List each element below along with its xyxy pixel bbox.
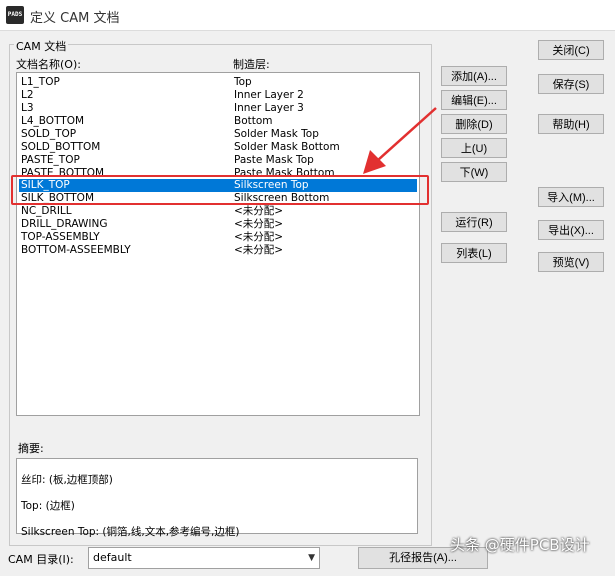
summary-text-box: 丝印: (板,边框顶部) Top: (边框) Silkscreen Top: (… xyxy=(16,458,418,538)
list-report-button[interactable]: 列表(L) xyxy=(441,243,507,263)
help-button[interactable]: 帮助(H) xyxy=(538,114,604,134)
layer-name: <未分配> xyxy=(234,231,284,243)
cam-directory-select[interactable]: default ▼ xyxy=(88,547,320,569)
document-name: SOLD_BOTTOM xyxy=(21,141,101,153)
layer-name: Top xyxy=(234,76,252,88)
import-button[interactable]: 导入(M)... xyxy=(538,187,604,207)
cam-directory-value: default xyxy=(93,551,132,564)
column-header-document-name: 文档名称(O): xyxy=(16,58,81,71)
document-name: PASTE_BOTTOM xyxy=(21,167,105,175)
list-item[interactable]: PASTE_BOTTOM Paste Mask Bottom xyxy=(19,167,417,175)
layer-name: Paste Mask Top xyxy=(234,154,314,166)
document-name: L2 xyxy=(21,89,34,101)
cam-directory-label: CAM 目录(I): xyxy=(8,553,74,566)
layer-name: Inner Layer 3 xyxy=(234,102,304,114)
export-button[interactable]: 导出(X)... xyxy=(538,220,604,240)
window-title: 定义 CAM 文档 xyxy=(30,11,120,26)
layer-name: Paste Mask Bottom xyxy=(234,167,335,175)
run-button[interactable]: 运行(R) xyxy=(441,212,507,232)
list-item[interactable]: SOLD_TOP Solder Mask Top xyxy=(19,128,417,141)
chevron-down-icon[interactable]: ▼ xyxy=(308,548,315,568)
move-down-button[interactable]: 下(W) xyxy=(441,162,507,182)
summary-line: Silkscreen Top: (铜箔,线,文本,参考编号,边框) xyxy=(21,526,240,538)
preview-button[interactable]: 预览(V) xyxy=(538,252,604,272)
save-button[interactable]: 保存(S) xyxy=(538,74,604,94)
summary-label: 摘要: xyxy=(18,442,44,455)
document-name: PASTE_TOP xyxy=(21,154,80,166)
layer-name: <未分配> xyxy=(234,205,284,217)
watermark: 头条 @硬件PCB设计 xyxy=(450,536,590,554)
layer-name: <未分配> xyxy=(234,218,284,230)
column-header-fabrication-layer: 制造层: xyxy=(233,58,270,71)
delete-button[interactable]: 删除(D) xyxy=(441,114,507,134)
layer-name: Inner Layer 2 xyxy=(234,89,304,101)
document-name: BOTTOM-ASSEEMBLY xyxy=(21,244,131,256)
layer-name: Solder Mask Bottom xyxy=(234,141,340,153)
document-name: L1_TOP xyxy=(21,76,60,88)
list-item[interactable]: L3 Inner Layer 3 xyxy=(19,102,417,115)
document-name: SOLD_TOP xyxy=(21,128,77,140)
list-item[interactable]: L1_TOP Top xyxy=(19,76,417,89)
list-item[interactable]: L4_BOTTOM Bottom xyxy=(19,115,417,128)
close-button[interactable]: 关闭(C) xyxy=(538,40,604,60)
move-up-button[interactable]: 上(U) xyxy=(441,138,507,158)
document-name: L4_BOTTOM xyxy=(21,115,85,127)
group-title: CAM 文档 xyxy=(14,38,69,54)
layer-name: <未分配> xyxy=(234,244,284,256)
add-button[interactable]: 添加(A)... xyxy=(441,66,507,86)
list-item[interactable]: BOTTOM-ASSEEMBLY <未分配> xyxy=(19,244,417,257)
list-item[interactable]: PASTE_TOP Paste Mask Top xyxy=(19,154,417,167)
document-name: DRILL_DRAWING xyxy=(21,218,108,230)
summary-line: 丝印: (板,边框顶部) xyxy=(21,474,113,486)
pads-app-icon: PADS xyxy=(6,6,24,24)
list-item[interactable]: NC_DRILL <未分配> xyxy=(19,205,417,218)
summary-line: Top: (边框) xyxy=(21,500,75,512)
document-name: L3 xyxy=(21,102,34,114)
layer-name: Solder Mask Top xyxy=(234,128,319,140)
list-item[interactable]: SOLD_BOTTOM Solder Mask Bottom xyxy=(19,141,417,154)
cam-document-list[interactable]: L1_TOP Top L2 Inner Layer 2 L3 Inner Layer … xyxy=(16,72,420,416)
document-name: NC_DRILL xyxy=(21,205,72,217)
document-name: TOP-ASSEMBLY xyxy=(21,231,100,243)
list-item[interactable]: TOP-ASSEMBLY <未分配> xyxy=(19,231,417,244)
title-bar: PADS 定义 CAM 文档 xyxy=(0,0,615,31)
list-item[interactable]: DRILL_DRAWING <未分配> xyxy=(19,218,417,231)
edit-button[interactable]: 编辑(E)... xyxy=(441,90,507,110)
layer-name: Bottom xyxy=(234,115,273,127)
annotation-highlight-box xyxy=(11,175,429,205)
list-item[interactable]: L2 Inner Layer 2 xyxy=(19,89,417,102)
